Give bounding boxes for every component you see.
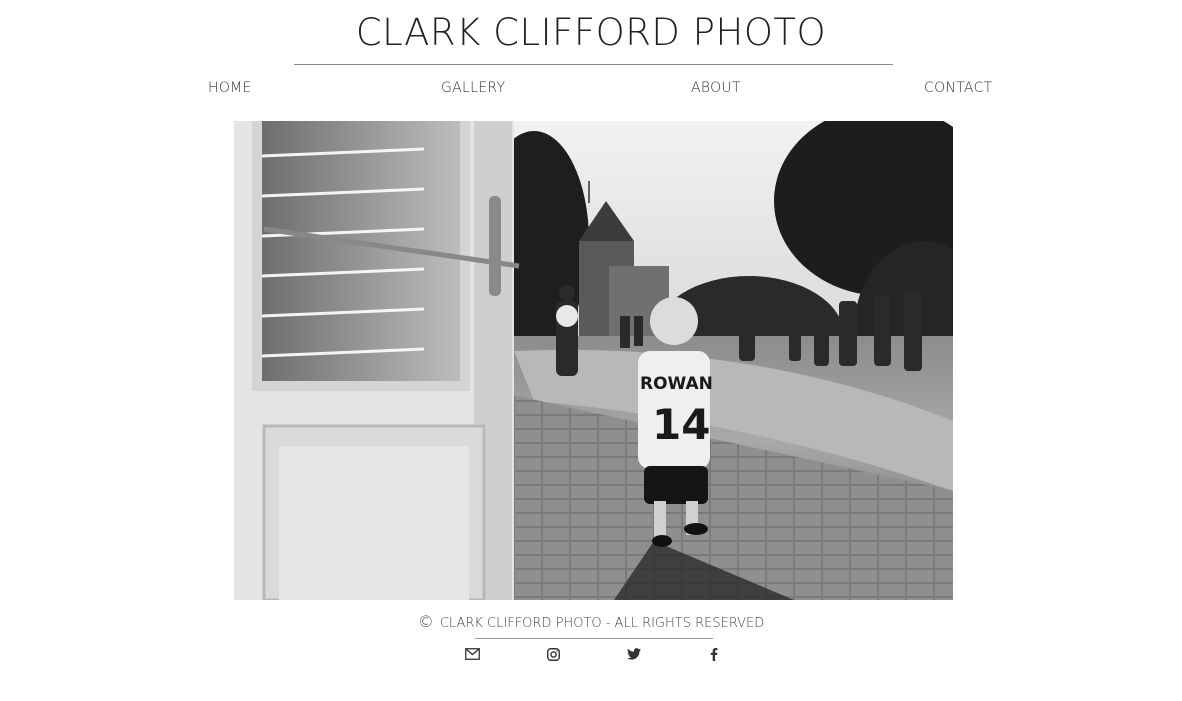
copyright-text: CLARK CLIFFORD PHOTO - ALL RIGHTS RESERV… <box>439 616 765 631</box>
facebook-icon[interactable] <box>705 645 723 663</box>
main-nav: HOME GALLERY ABOUT CONTACT <box>0 78 1182 98</box>
site-title: CLARK CLIFFORD PHOTO <box>355 11 827 54</box>
footer-copyright: © CLARK CLIFFORD PHOTO - ALL RIGHTS RESE… <box>0 612 1182 634</box>
jersey-name: ROWAN <box>640 374 713 394</box>
twitter-icon[interactable] <box>625 645 643 663</box>
nav-gallery-link[interactable]: GALLERY <box>441 78 505 98</box>
footer-divider <box>475 638 713 639</box>
copyright-symbol: © <box>417 612 434 631</box>
nav-home-link[interactable]: HOME <box>208 78 252 98</box>
email-icon[interactable] <box>463 645 481 663</box>
nav-contact-link[interactable]: CONTACT <box>924 78 993 98</box>
title-divider <box>294 64 893 65</box>
instagram-icon[interactable] <box>544 645 562 663</box>
jersey-number: 14 <box>652 400 710 449</box>
featured-photo: ROWAN 14 <box>234 121 953 600</box>
nav-about-link[interactable]: ABOUT <box>691 78 741 98</box>
